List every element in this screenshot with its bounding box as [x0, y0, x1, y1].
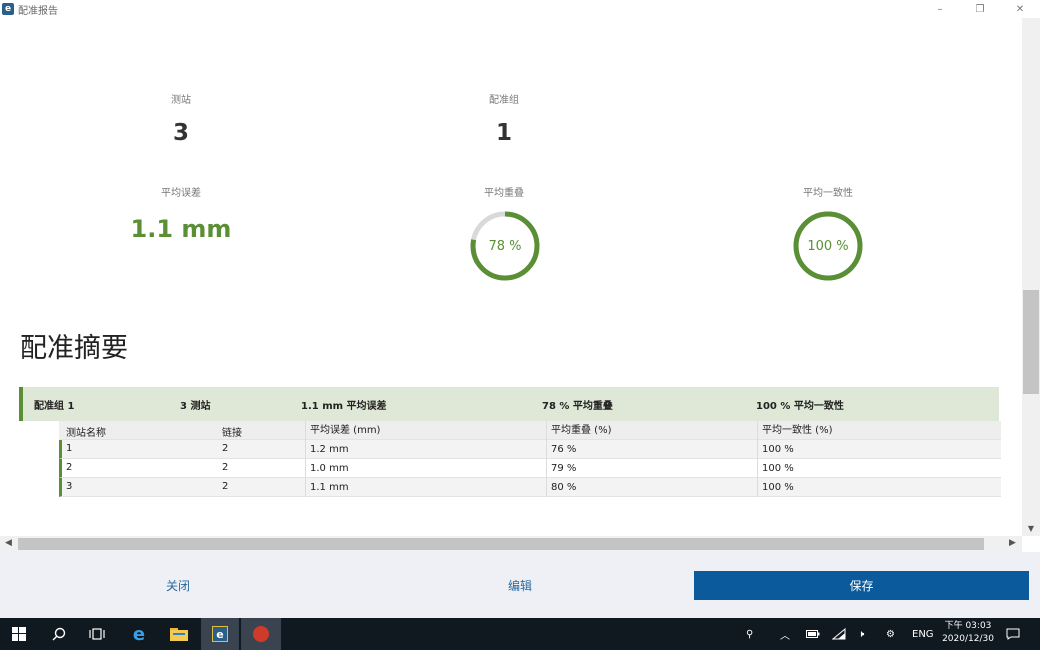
stat-avg-error: 平均误差 1.1 mm — [111, 184, 251, 243]
scroll-right-arrow-icon[interactable]: ▶ — [1009, 538, 1016, 548]
window-title: 配准报告 — [18, 5, 58, 17]
network-settings-icon[interactable]: ⚙ — [886, 618, 895, 650]
close-window-button[interactable]: ✕ — [1000, 0, 1040, 18]
col-links: 链接 — [222, 428, 242, 439]
summary-title: 配准摘要 — [20, 333, 128, 364]
edit-button[interactable]: 编辑 — [430, 571, 610, 600]
clock-time: 下午 03:03 — [944, 621, 992, 631]
stat-avg-overlap-label-wrap: 平均重叠 — [454, 184, 554, 199]
scroll-down-arrow-icon[interactable]: ▼ — [1022, 524, 1040, 533]
volume-icon[interactable]: 🕨 — [858, 618, 864, 650]
group-stations: 3 测站 — [180, 401, 211, 412]
cell-error: 1.1 mm — [305, 478, 349, 497]
cell-links: 2 — [222, 481, 229, 492]
cell-overlap: 80 % — [546, 478, 576, 497]
stat-avg-error-label: 平均误差 — [161, 188, 201, 199]
search-icon[interactable] — [40, 618, 78, 650]
group-name: 配准组 1 — [34, 401, 75, 412]
app-logo-icon: e — [2, 3, 14, 15]
vertical-scrollbar[interactable]: ▼ — [1022, 18, 1040, 536]
cell-consistency: 100 % — [757, 478, 794, 497]
edge-icon[interactable]: e — [120, 618, 158, 650]
cell-overlap: 79 % — [546, 459, 576, 478]
show-hidden-icons-icon[interactable]: ︿ — [780, 618, 790, 650]
windows-start-icon[interactable] — [0, 618, 38, 650]
system-clock[interactable]: 下午 03:03 2020/12/30 — [938, 620, 998, 646]
cell-links: 2 — [222, 443, 229, 454]
col-avg-error: 平均误差 (mm) — [305, 421, 380, 440]
overlap-ring-value: 78 % — [488, 238, 522, 254]
stat-avg-overlap-label: 平均重叠 — [484, 188, 524, 199]
cell-station: 1 — [66, 443, 73, 454]
save-button[interactable]: 保存 — [694, 571, 1029, 600]
table-row[interactable]: 3 2 1.1 mm 80 % 100 % — [59, 478, 1001, 497]
vertical-scroll-thumb[interactable] — [1023, 290, 1039, 394]
col-avg-consistency: 平均一致性 (%) — [757, 421, 832, 440]
cell-error: 1.2 mm — [305, 440, 349, 459]
overlap-ring: 78 % — [469, 210, 541, 282]
horizontal-scrollbar[interactable]: ◀ ▶ — [0, 536, 1022, 552]
minimize-button[interactable]: – — [920, 0, 960, 18]
close-button[interactable]: 关闭 — [88, 571, 268, 600]
cell-consistency: 100 % — [757, 440, 794, 459]
wifi-icon[interactable] — [832, 618, 846, 650]
dialog-footer: 关闭 编辑 保存 — [0, 552, 1040, 618]
table-row[interactable]: 2 2 1.0 mm 79 % 100 % — [59, 459, 1001, 478]
stat-stations-value: 3 — [172, 120, 189, 146]
stat-avg-error-value: 1.1 mm — [130, 215, 232, 243]
app-window: e 配准报告 – ❐ ✕ 测站 3 配准组 1 平均误差 1.1 mm 平均重叠 — [0, 0, 1040, 650]
maximize-button[interactable]: ❐ — [960, 0, 1000, 18]
cell-station: 3 — [66, 481, 73, 492]
notifications-icon[interactable] — [1006, 618, 1020, 650]
group-overlap: 78 % 平均重叠 — [542, 401, 613, 412]
windows-taskbar: e e ⚲ ︿ 🕨 ⚙ ENG 下午 03:03 2020/12/30 — [0, 618, 1040, 650]
station-table: 测站名称 链接 平均误差 (mm) 平均重叠 (%) 平均一致性 (%) 1 2… — [59, 421, 1001, 497]
group-error: 1.1 mm 平均误差 — [301, 401, 387, 412]
cell-error: 1.0 mm — [305, 459, 349, 478]
table-row[interactable]: 1 2 1.2 mm 76 % 100 % — [59, 440, 1001, 459]
stat-groups-value: 1 — [495, 120, 512, 146]
col-avg-overlap: 平均重叠 (%) — [546, 421, 611, 440]
cell-consistency: 100 % — [757, 459, 794, 478]
people-icon[interactable]: ⚲ — [746, 618, 753, 650]
battery-icon[interactable] — [806, 618, 820, 650]
file-explorer-icon[interactable] — [160, 618, 198, 650]
stat-groups-label: 配准组 — [489, 95, 519, 106]
report-content: 测站 3 配准组 1 平均误差 1.1 mm 平均重叠 78 % 平均一致性 1… — [0, 18, 1022, 536]
group-consistency: 100 % 平均一致性 — [756, 401, 844, 412]
task-view-icon[interactable] — [78, 618, 116, 650]
scroll-left-arrow-icon[interactable]: ◀ — [5, 538, 12, 548]
cyclone-app-icon[interactable]: e — [201, 618, 239, 650]
stat-groups: 配准组 1 — [454, 91, 554, 146]
horizontal-scroll-thumb[interactable] — [18, 538, 984, 550]
cell-station: 2 — [66, 462, 73, 473]
language-indicator[interactable]: ENG — [912, 618, 934, 650]
stat-stations: 测站 3 — [131, 91, 231, 146]
cell-overlap: 76 % — [546, 440, 576, 459]
consistency-ring: 100 % — [792, 210, 864, 282]
stat-avg-consistency-label: 平均一致性 — [803, 188, 853, 199]
clock-date: 2020/12/30 — [942, 634, 994, 644]
col-station-name: 测站名称 — [66, 428, 106, 439]
stat-avg-consistency-label-wrap: 平均一致性 — [778, 184, 878, 199]
table-header-row: 测站名称 链接 平均误差 (mm) 平均重叠 (%) 平均一致性 (%) — [59, 421, 1001, 440]
registration-group-row[interactable]: 配准组 1 3 测站 1.1 mm 平均误差 78 % 平均重叠 100 % 平… — [19, 387, 999, 421]
window-controls: – ❐ ✕ — [920, 0, 1040, 18]
stat-stations-label: 测站 — [171, 95, 191, 106]
consistency-ring-value: 100 % — [807, 238, 849, 254]
scan-app-icon[interactable] — [241, 618, 281, 650]
cell-links: 2 — [222, 462, 229, 473]
title-bar: e 配准报告 – ❐ ✕ — [0, 0, 1040, 18]
